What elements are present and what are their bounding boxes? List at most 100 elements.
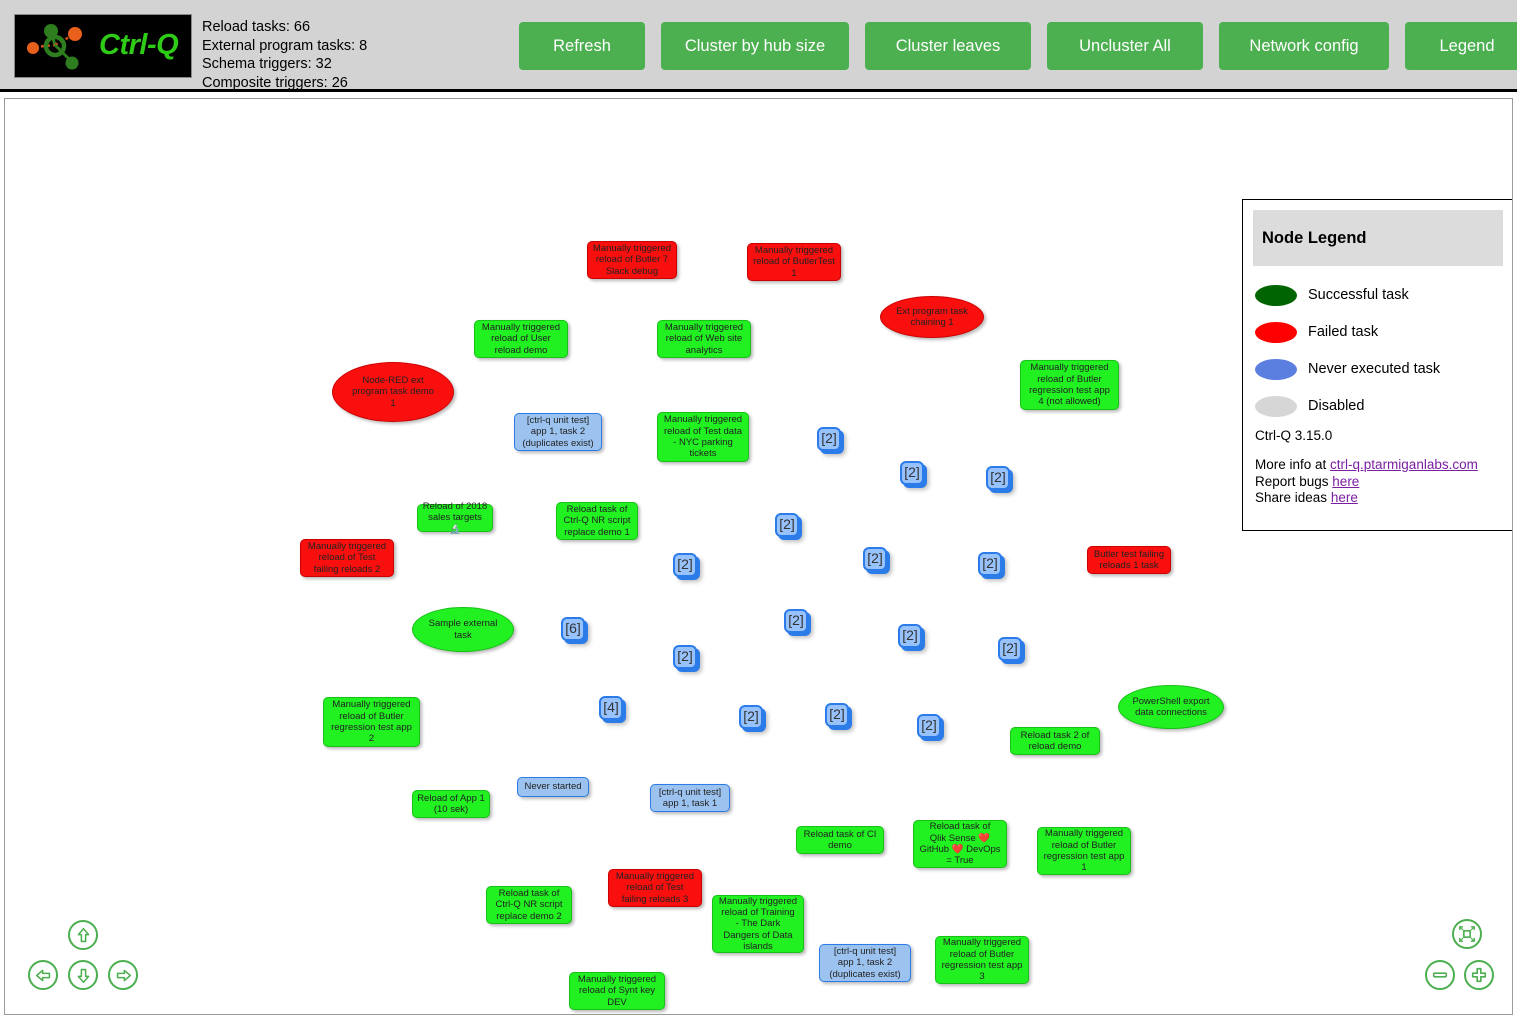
cluster-node[interactable]: [2]	[739, 705, 763, 729]
arrow-right-icon	[116, 969, 131, 981]
task-node[interactable]: Sample external task	[412, 607, 514, 652]
share-ideas-prefix: Share ideas	[1255, 490, 1331, 505]
cluster-node[interactable]: [2]	[817, 427, 841, 451]
network-canvas[interactable]: Manually triggered reload of Butler 7 Sl…	[4, 98, 1513, 1015]
task-node[interactable]: Butler test failing reloads 1 task	[1087, 546, 1171, 574]
task-node[interactable]: Manually triggered reload of Test failin…	[608, 869, 702, 907]
pan-up-button[interactable]	[68, 920, 98, 950]
task-statistics: Reload tasks: 66 External program tasks:…	[202, 18, 367, 92]
legend-label: Never executed task	[1308, 361, 1441, 377]
legend-title: Node Legend	[1262, 228, 1367, 247]
stat-reload-tasks: Reload tasks: 66	[202, 19, 311, 35]
share-ideas-link[interactable]: here	[1331, 490, 1358, 505]
legend-button[interactable]: Legend	[1405, 22, 1517, 70]
network-config-button[interactable]: Network config	[1219, 22, 1389, 70]
task-node[interactable]: Ext program task chaining 1	[880, 296, 984, 338]
pan-down-button[interactable]	[68, 960, 98, 990]
task-node[interactable]: PowerShell export data connections	[1118, 685, 1224, 729]
cluster-node[interactable]: [6]	[561, 617, 585, 641]
cluster-node[interactable]: [2]	[917, 714, 941, 738]
task-node[interactable]: Node-RED ext program task demo 1	[332, 362, 454, 422]
cluster-by-hub-size-button[interactable]: Cluster by hub size	[661, 22, 849, 70]
toolbar: Refresh Cluster by hub size Cluster leav…	[519, 22, 1517, 70]
legend-row: Never executed task	[1255, 356, 1440, 382]
cluster-node[interactable]: [2]	[673, 553, 697, 577]
task-node[interactable]: Manually triggered reload of Training - …	[712, 895, 804, 953]
task-node[interactable]: Reload task of CI demo	[796, 826, 884, 854]
legend-label: Failed task	[1308, 324, 1379, 340]
legend-label: Successful task	[1308, 287, 1409, 303]
stat-external-program: External program tasks: 8	[202, 37, 368, 54]
task-node[interactable]: Manually triggered reload of Butler regr…	[1020, 360, 1119, 410]
report-bugs-line: Report bugs here	[1255, 474, 1478, 491]
zoom-out-button[interactable]	[1425, 960, 1455, 990]
refresh-button[interactable]: Refresh	[519, 22, 645, 70]
task-node[interactable]: Manually triggered reload of Web site an…	[657, 320, 751, 358]
task-node[interactable]: Manually triggered reload of Butler 7 Sl…	[587, 241, 677, 279]
arrow-left-icon	[35, 969, 50, 981]
logo-wordmark: Ctrl-Q	[99, 29, 179, 61]
more-info-prefix: More info at	[1255, 457, 1331, 472]
legend-swatch-icon	[1255, 284, 1297, 306]
task-node[interactable]: [ctrl-q unit test] app 1, task 2 (duplic…	[819, 944, 911, 982]
cluster-node[interactable]: [4]	[599, 696, 623, 720]
cluster-node[interactable]: [2]	[898, 624, 922, 648]
zoom-in-icon	[1471, 967, 1487, 983]
task-node[interactable]: [ctrl-q unit test] app 1, task 2 (duplic…	[514, 413, 602, 451]
task-node[interactable]: Manually triggered reload of Butler regr…	[1037, 827, 1131, 875]
app-header: Ctrl-Q Reload tasks: 66 External program…	[0, 0, 1517, 92]
legend-swatch-icon	[1255, 358, 1297, 380]
task-node[interactable]: Reload task 2 of reload demo	[1010, 727, 1100, 755]
task-node[interactable]: Manually triggered reload of Synt key DE…	[569, 972, 665, 1010]
task-node[interactable]: Manually triggered reload of ButlerTest …	[747, 243, 841, 281]
share-ideas-line: Share ideas here	[1255, 490, 1478, 507]
legend-swatch-icon	[1255, 395, 1297, 417]
ctrl-q-task-network-app: Ctrl-Q Reload tasks: 66 External program…	[0, 0, 1517, 1019]
task-node[interactable]: Reload task of Qlik Sense ❤️ GitHub ❤️ D…	[913, 820, 1007, 868]
task-node[interactable]: Reload task of Ctrl-Q NR script replace …	[556, 502, 638, 540]
pan-left-button[interactable]	[28, 960, 58, 990]
task-node[interactable]: Manually triggered reload of Butler regr…	[323, 697, 420, 747]
cluster-node[interactable]: [2]	[900, 461, 924, 485]
cluster-node[interactable]: [2]	[998, 637, 1022, 661]
legend-row: Disabled	[1255, 393, 1364, 419]
report-bugs-link[interactable]: here	[1332, 474, 1359, 489]
cluster-node[interactable]: [2]	[825, 703, 849, 727]
task-node[interactable]: Reload of 2018 sales targets 🔬	[417, 501, 493, 535]
cluster-node[interactable]: [2]	[978, 552, 1002, 576]
cluster-leaves-button[interactable]: Cluster leaves	[865, 22, 1031, 70]
legend-links: More info at ctrl-q.ptarmiganlabs.com Re…	[1255, 457, 1478, 507]
zoom-out-icon	[1432, 972, 1448, 978]
zoom-fit-icon	[1459, 926, 1475, 942]
ctrl-q-logo: Ctrl-Q	[14, 14, 192, 78]
zoom-fit-button[interactable]	[1452, 919, 1482, 949]
cluster-node[interactable]: [2]	[775, 513, 799, 537]
stat-schema-triggers: Schema triggers: 32	[202, 56, 332, 73]
task-node[interactable]: Manually triggered reload of Test data -…	[657, 412, 749, 462]
legend-row: Failed task	[1255, 319, 1378, 345]
version-label: Ctrl-Q 3.15.0	[1255, 428, 1333, 443]
node-legend-panel: Node Legend Successful task Failed task Ne…	[1242, 199, 1512, 531]
task-node[interactable]: Manually triggered reload of Butler regr…	[935, 936, 1029, 984]
cluster-node[interactable]: [2]	[673, 645, 697, 669]
arrow-down-icon	[77, 968, 89, 983]
cluster-node[interactable]: [2]	[784, 609, 808, 633]
legend-swatch-icon	[1255, 321, 1297, 343]
task-node[interactable]: Reload of App 1 (10 sek)	[412, 790, 490, 818]
legend-row: Successful task	[1255, 282, 1409, 308]
task-node[interactable]: [ctrl-q unit test] app 1, task 1	[650, 784, 730, 812]
task-node[interactable]: Manually triggered reload of User reload…	[474, 320, 568, 358]
task-node[interactable]: Manually triggered reload of Test failin…	[300, 539, 394, 577]
molecule-logo-icon	[27, 24, 82, 70]
task-node[interactable]: Never started	[517, 777, 589, 797]
arrow-up-icon	[77, 927, 89, 942]
cluster-node[interactable]: [2]	[863, 547, 887, 571]
legend-label: Disabled	[1308, 398, 1365, 414]
more-info-line: More info at ctrl-q.ptarmiganlabs.com	[1255, 457, 1478, 474]
uncluster-all-button[interactable]: Uncluster All	[1047, 22, 1203, 70]
pan-right-button[interactable]	[108, 960, 138, 990]
more-info-link[interactable]: ctrl-q.ptarmiganlabs.com	[1330, 457, 1478, 472]
zoom-in-button[interactable]	[1464, 960, 1494, 990]
task-node[interactable]: Reload task of Ctrl-Q NR script replace …	[486, 886, 572, 924]
cluster-node[interactable]: [2]	[986, 466, 1010, 490]
